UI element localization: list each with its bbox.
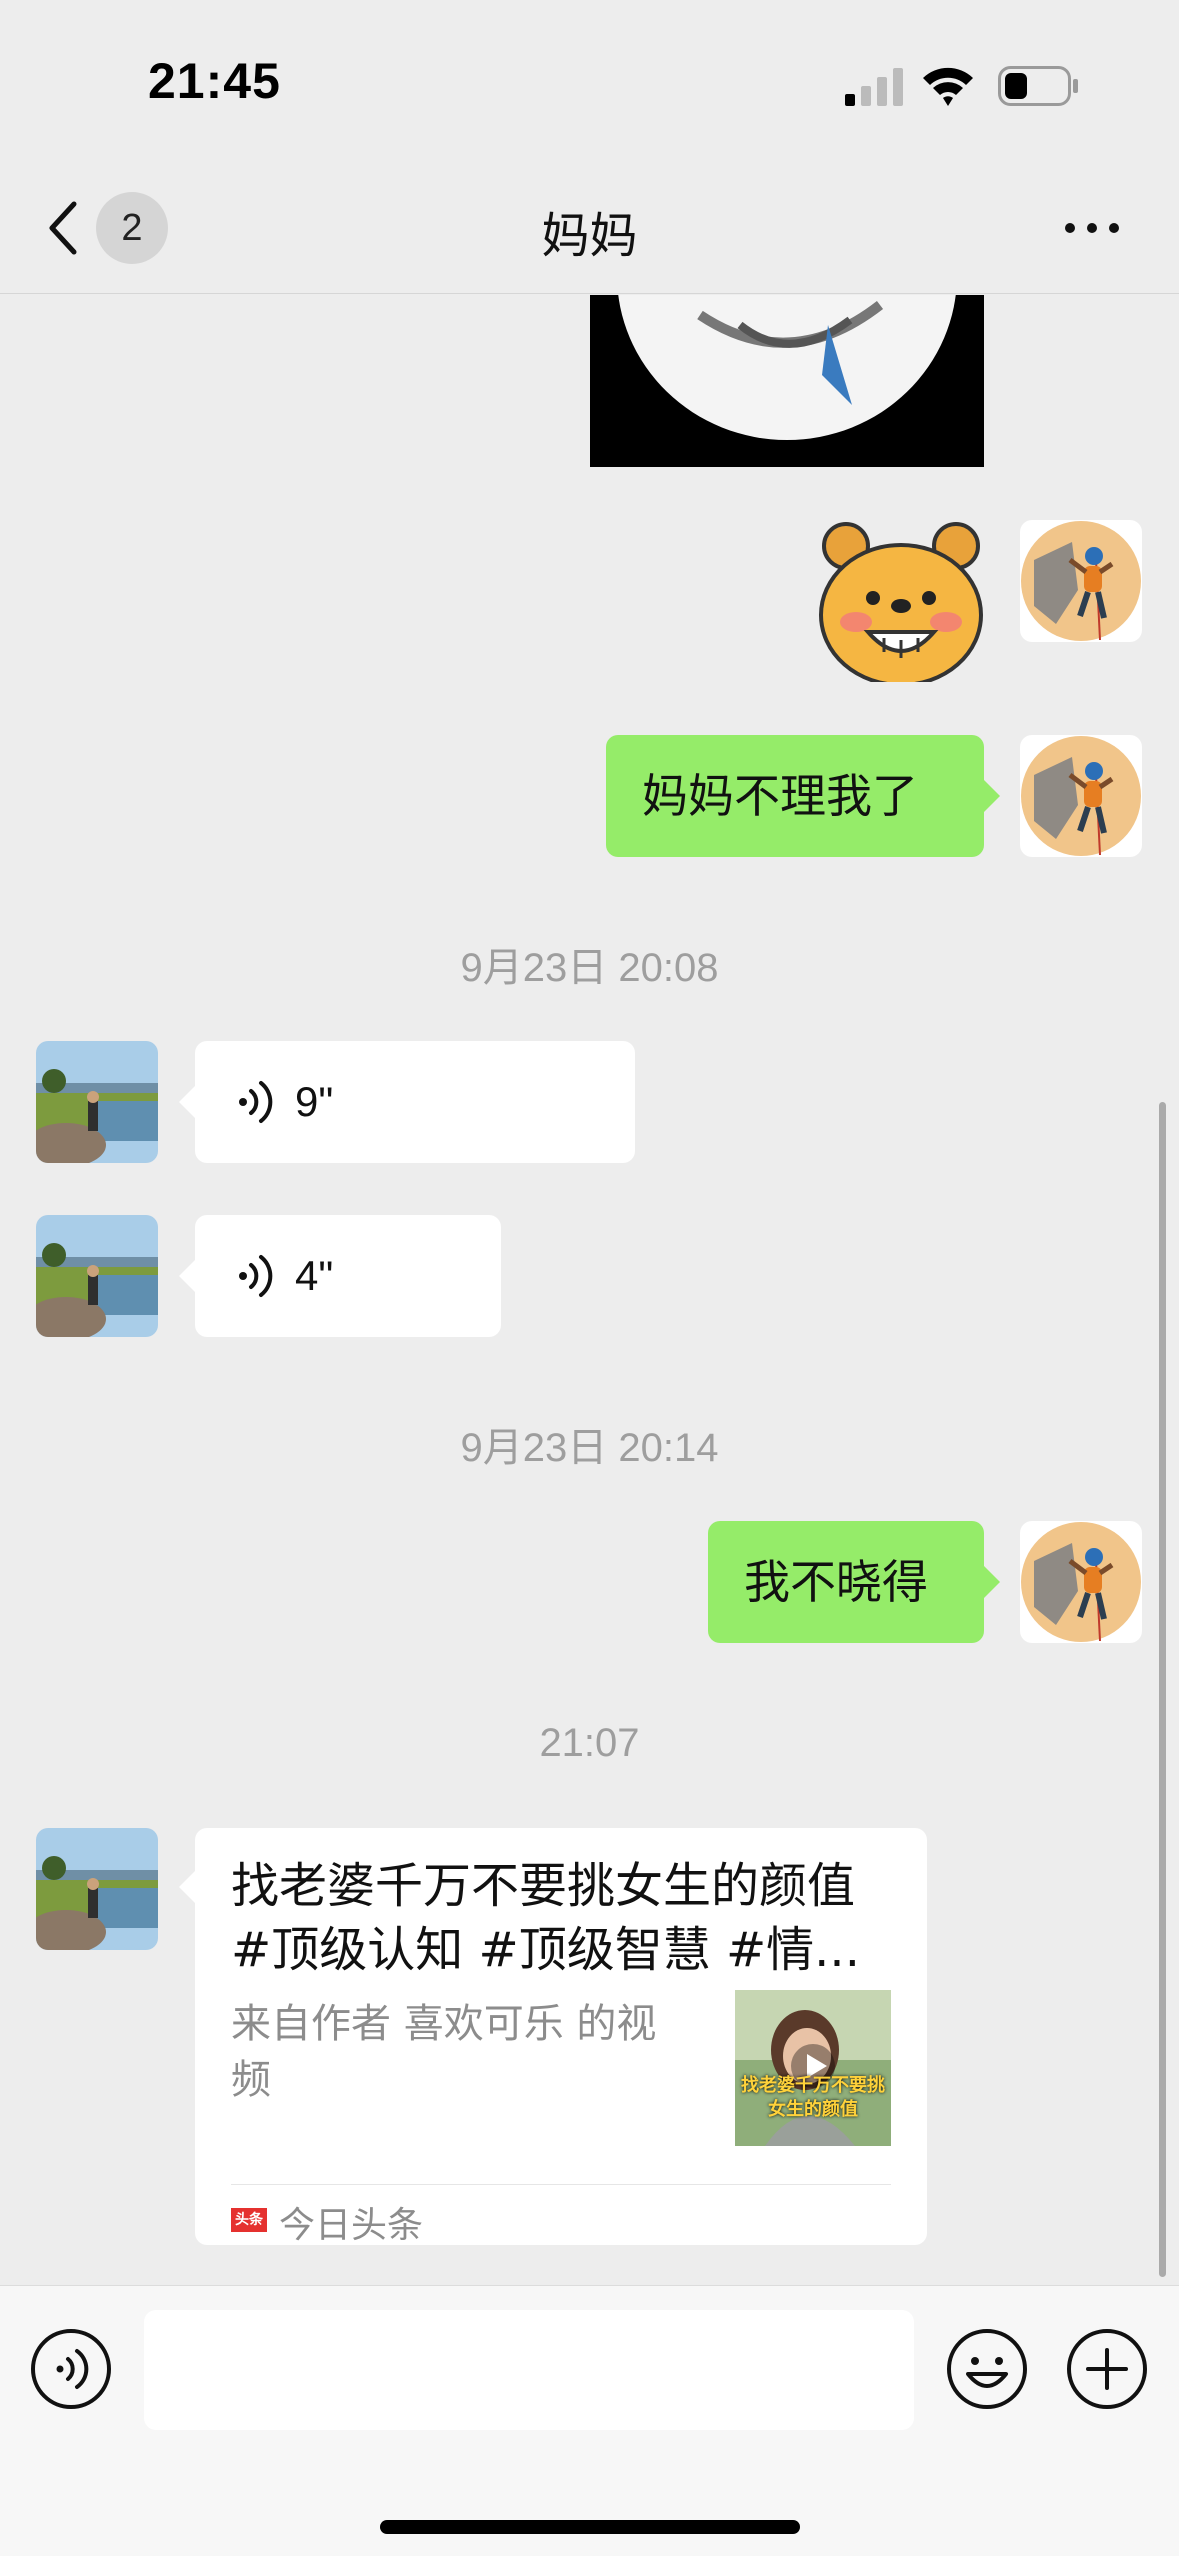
wifi-icon bbox=[923, 67, 973, 106]
sticker-image-meme[interactable] bbox=[590, 295, 984, 467]
contact-avatar[interactable] bbox=[36, 1041, 158, 1163]
message-text: 妈妈不理我了 bbox=[642, 769, 918, 823]
lakeside-photo-avatar bbox=[36, 1215, 158, 1337]
timestamp-divider: 9月23日 20:14 bbox=[460, 1426, 719, 1470]
toutiao-logo: 头条 bbox=[231, 2208, 267, 2232]
video-thumbnail: 找老婆千万不要挑女生的颜值 bbox=[735, 1990, 891, 2146]
voice-duration: 9" bbox=[295, 1078, 334, 1125]
sent-message-bubble[interactable]: 我不晓得 bbox=[708, 1521, 1000, 1643]
received-voice-message[interactable]: 4" bbox=[179, 1215, 501, 1337]
message-input[interactable] bbox=[144, 2310, 914, 2430]
nav-bar: 2 妈妈 bbox=[0, 170, 1179, 294]
status-bar: 21:45 bbox=[0, 0, 1179, 170]
thumbnail-caption: 找老婆千万不要挑女生的颜值 bbox=[741, 2075, 885, 2120]
plus-icon[interactable] bbox=[1066, 2328, 1148, 2410]
battery-icon bbox=[998, 66, 1078, 106]
card-title: 找老婆千万不要挑女生的颜值 #顶级认知 #顶级智慧 #情... bbox=[231, 1858, 860, 1978]
card-source-name: 今日头条 bbox=[279, 2205, 424, 2246]
my-avatar[interactable] bbox=[1020, 1521, 1142, 1643]
input-bar bbox=[0, 2285, 1179, 2556]
lakeside-photo-avatar bbox=[36, 1828, 158, 1950]
contact-avatar[interactable] bbox=[36, 1215, 158, 1337]
voice-input-icon[interactable] bbox=[30, 2328, 112, 2410]
chat-scrollbar[interactable] bbox=[1159, 1102, 1166, 2277]
chat-message-list[interactable]: 妈妈不理我了 9月23日 20:08 9" 4" 9月23日 20:14 我不晓… bbox=[0, 295, 1179, 2285]
chat-title: 妈妈 bbox=[541, 208, 638, 264]
home-indicator[interactable] bbox=[380, 2520, 800, 2534]
climber-avatar-icon bbox=[1020, 735, 1142, 857]
timestamp-divider: 9月23日 20:08 bbox=[460, 946, 719, 990]
sticker-image-bear[interactable] bbox=[818, 520, 984, 687]
card-divider bbox=[231, 2184, 891, 2185]
status-time: 21:45 bbox=[148, 53, 281, 109]
contact-avatar[interactable] bbox=[36, 1828, 158, 1950]
voice-wave-icon bbox=[239, 1255, 273, 1297]
card-description: 来自作者 喜欢可乐 的视频 bbox=[231, 2001, 657, 2103]
voice-wave-icon bbox=[239, 1081, 273, 1123]
sent-message-bubble[interactable]: 妈妈不理我了 bbox=[606, 735, 1000, 857]
emoji-icon[interactable] bbox=[946, 2328, 1028, 2410]
shared-video-card[interactable]: 找老婆千万不要挑女生的颜值 #顶级认知 #顶级智慧 #情... 来自作者 喜欢可… bbox=[179, 1828, 927, 2246]
voice-duration: 4" bbox=[295, 1252, 334, 1299]
message-text: 我不晓得 bbox=[744, 1555, 928, 1609]
climber-avatar-icon bbox=[1020, 1521, 1142, 1643]
climber-avatar-icon bbox=[1020, 520, 1142, 642]
lakeside-photo-avatar bbox=[36, 1041, 158, 1163]
pooh-bear-sticker bbox=[819, 522, 983, 687]
more-options-icon[interactable] bbox=[1062, 218, 1122, 238]
my-avatar[interactable] bbox=[1020, 735, 1142, 857]
received-voice-message[interactable]: 9" bbox=[179, 1041, 635, 1163]
timestamp-divider: 21:07 bbox=[539, 1721, 640, 1765]
meme-face-image bbox=[590, 295, 984, 467]
cellular-signal-icon bbox=[845, 68, 903, 106]
my-avatar[interactable] bbox=[1020, 520, 1142, 642]
